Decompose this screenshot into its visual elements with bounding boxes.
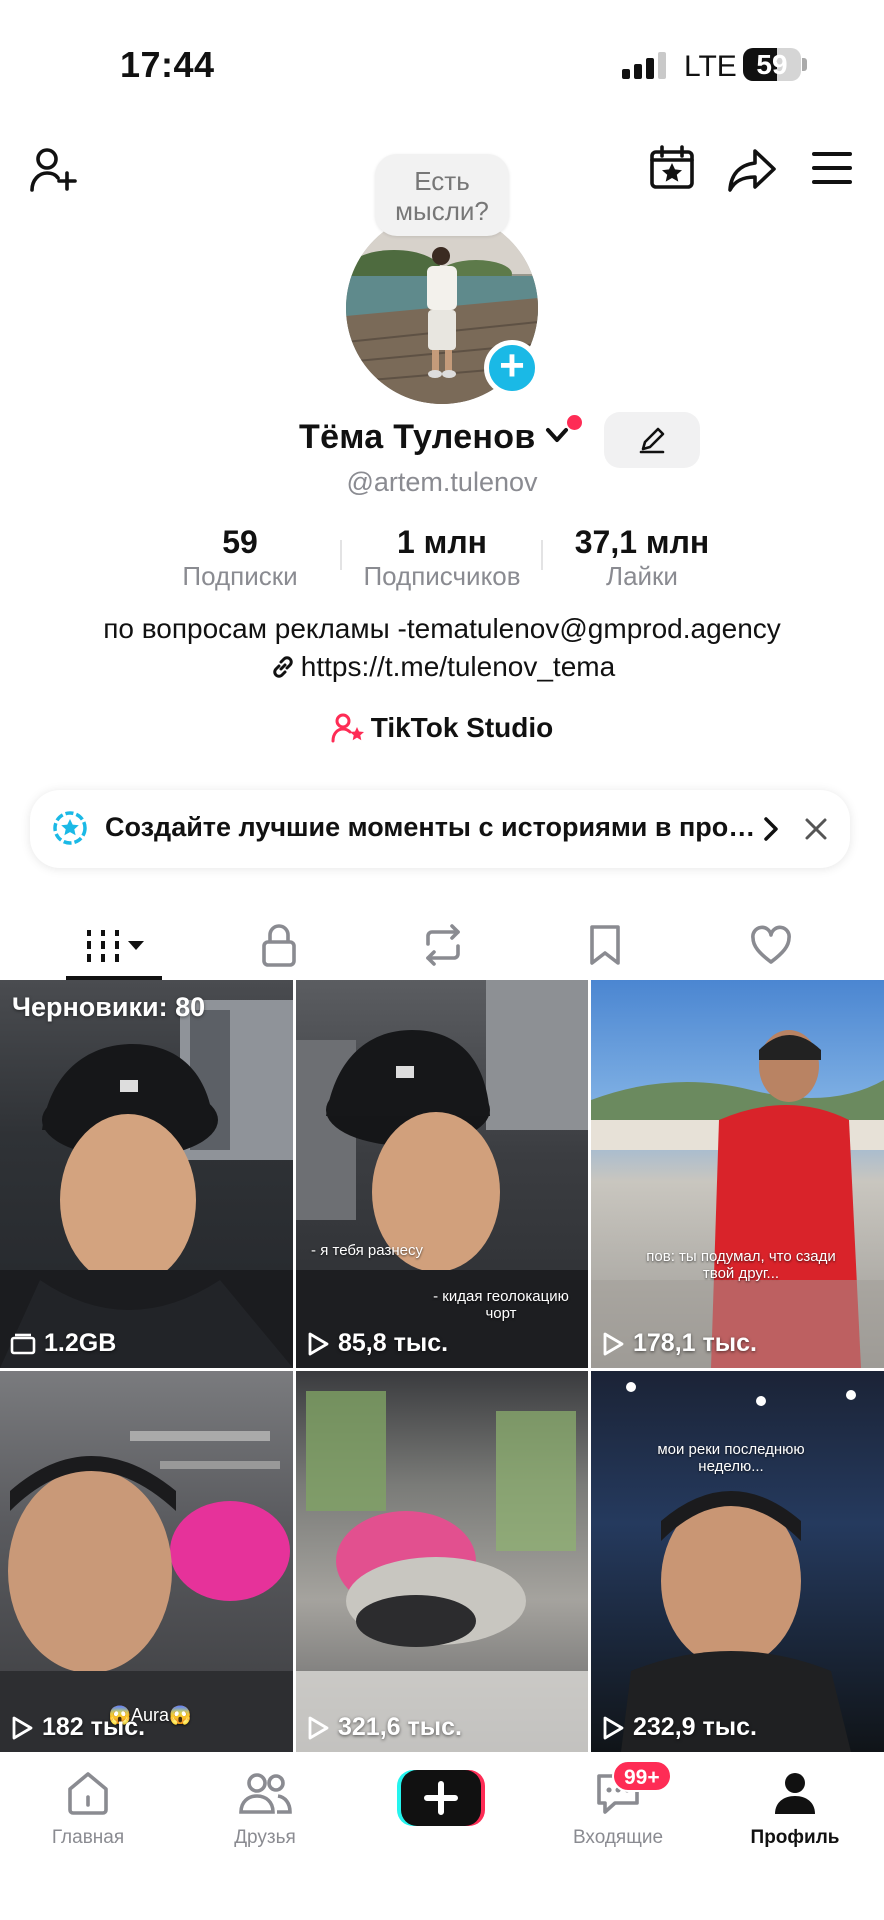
bottom-navigation: Главная Друзья Входящие 99+ Профиль (0, 1752, 884, 1920)
tile-count: 1.2GB (10, 1329, 116, 1358)
stat-divider (541, 540, 543, 570)
profile-icon (775, 1773, 815, 1814)
grid-icon (87, 930, 144, 962)
cellular-signal-icon (622, 51, 670, 79)
profile-tabs (0, 908, 884, 982)
play-icon (308, 1716, 329, 1739)
heart-icon (751, 925, 791, 964)
video-thumbnail[interactable]: 😱Aura😱 182 тыс. (0, 1371, 293, 1752)
stat-following-label: Подписки (182, 561, 298, 591)
stat-divider (340, 540, 342, 570)
edit-profile-button[interactable] (604, 412, 700, 468)
stat-likes-label: Лайки (606, 561, 678, 591)
nav-home[interactable]: Главная (28, 1770, 148, 1849)
tile-count: 182 тыс. (10, 1713, 145, 1742)
video-caption: - кидая геолокацию чорт (433, 1288, 569, 1322)
video-caption: пов: ты подумал, что сзади твой друг... (646, 1248, 836, 1282)
folder-icon (10, 1333, 36, 1354)
stat-followers[interactable]: 1 млн Подписчиков (352, 524, 532, 592)
stat-likes-value: 37,1 млн (574, 524, 710, 560)
video-thumbnail[interactable]: мои реки последнюю неделю... 232,9 тыс. (591, 1371, 884, 1752)
link-icon (273, 656, 293, 678)
nav-profile[interactable]: Профиль (735, 1770, 855, 1849)
close-icon[interactable] (804, 817, 828, 841)
tile-count: 85,8 тыс. (306, 1329, 448, 1358)
play-icon (603, 1716, 624, 1739)
network-type: LTE (684, 50, 737, 83)
tiktok-studio-label: TikTok Studio (370, 712, 554, 743)
create-button[interactable] (397, 1770, 485, 1826)
battery-icon: 59 (743, 48, 801, 81)
video-thumbnail[interactable]: - я тебя разнесу - кидая геолокацию чорт… (296, 980, 588, 1368)
battery-tip (802, 58, 807, 71)
friends-icon (239, 1773, 292, 1814)
chevron-right-icon[interactable] (760, 816, 782, 842)
status-time: 17:44 (120, 44, 215, 85)
profile-link[interactable]: https://t.me/tulenov_tema (0, 651, 884, 683)
pencil-icon (639, 427, 665, 454)
username-handle: @artem.tulenov (346, 467, 538, 497)
studio-person-star-icon (331, 713, 364, 743)
video-thumbnail[interactable]: пов: ты подумал, что сзади твой друг... … (591, 980, 884, 1368)
menu-icon[interactable] (806, 142, 858, 194)
tab-reposts[interactable] (416, 918, 470, 972)
thoughts-bubble[interactable]: Есть мысли? (375, 154, 509, 236)
inbox-badge: 99+ (612, 1760, 672, 1792)
tiktok-studio-link[interactable]: TikTok Studio (0, 712, 884, 744)
nav-home-label: Главная (51, 1827, 125, 1848)
tab-liked[interactable] (744, 918, 798, 972)
battery-level: 59 (756, 49, 788, 80)
repost-icon (426, 924, 460, 966)
nav-friends[interactable]: Друзья (205, 1770, 325, 1849)
play-icon (12, 1716, 33, 1739)
bookmark-icon (590, 925, 620, 965)
banner-text: Создайте лучшие моменты с историями в пр… (105, 812, 765, 842)
add-story-plus-icon[interactable]: + (484, 340, 540, 396)
stories-star-icon (53, 811, 87, 845)
stat-followers-value: 1 млн (396, 524, 487, 560)
play-icon (308, 1332, 329, 1355)
video-thumbnail[interactable]: 321,6 тыс. (296, 1371, 588, 1752)
stat-following-value: 59 (222, 524, 258, 560)
drafts-label: Черновики: 80 (12, 992, 206, 1022)
home-icon (68, 1772, 108, 1815)
play-icon (603, 1332, 624, 1355)
notification-dot (567, 415, 582, 430)
bio-text: по вопросам рекламы -tematulenov@gmprod.… (103, 613, 781, 644)
profile-name: Тёма Туленов (299, 418, 536, 456)
add-friend-icon[interactable] (26, 142, 82, 198)
tile-count: 321,6 тыс. (306, 1713, 462, 1742)
stories-promo-banner[interactable]: Создайте лучшие моменты с историями в пр… (30, 790, 850, 868)
video-caption: - я тебя разнесу (311, 1242, 423, 1259)
share-icon[interactable] (724, 142, 780, 198)
calendar-star-icon[interactable] (646, 142, 698, 194)
profile-link-text: https://t.me/tulenov_tema (300, 651, 616, 682)
stat-following[interactable]: 59 Подписки (170, 524, 310, 592)
tile-count: 232,9 тыс. (601, 1713, 757, 1742)
video-caption: мои реки последнюю неделю... (657, 1441, 805, 1475)
tab-private[interactable] (254, 918, 304, 972)
tab-saved[interactable] (582, 918, 628, 972)
lock-icon (262, 924, 296, 967)
nav-inbox-label: Входящие (572, 1827, 664, 1848)
tile-count: 178,1 тыс. (601, 1329, 757, 1358)
stat-followers-label: Подписчиков (363, 561, 521, 591)
stat-likes[interactable]: 37,1 млн Лайки (552, 524, 732, 592)
nav-friends-label: Друзья (234, 1827, 296, 1848)
tab-videos[interactable] (84, 922, 154, 968)
video-thumbnail[interactable]: Черновики: 80 1.2GB (0, 980, 293, 1368)
create-icon (397, 1770, 485, 1826)
nav-profile-label: Профиль (750, 1827, 840, 1848)
